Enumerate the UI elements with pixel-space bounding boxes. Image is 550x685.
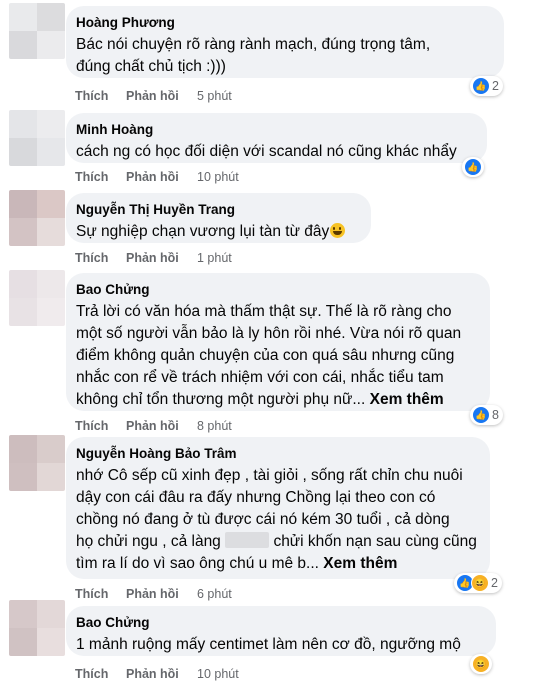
see-more-link[interactable]: Xem thêm: [370, 391, 444, 408]
like-reaction-icon: 👍: [472, 406, 490, 424]
comment-bubble: Nguyễn Thị Huyền Trang Sự nghiệp chạn vư…: [66, 193, 371, 243]
avatar[interactable]: [9, 435, 65, 491]
comment-line: đúng chất chủ tịch :))): [76, 58, 226, 75]
like-reaction-icon: 👍: [464, 158, 482, 176]
avatar[interactable]: [9, 600, 65, 656]
reply-button[interactable]: Phản hồi: [126, 88, 197, 104]
comment-actions: Thích Phản hồi 10 phút: [75, 169, 239, 185]
like-button[interactable]: Thích: [75, 666, 126, 682]
haha-reaction-icon: 😆: [472, 655, 490, 673]
comment-text: Trả lời có văn hóa mà thấm thật sự. Thế …: [76, 301, 478, 411]
reaction-summary[interactable]: 👍: [462, 157, 484, 177]
comment-bubble: Hoàng Phương Bác nói chuyện rõ ràng rành…: [66, 6, 504, 78]
comment-actions: Thích Phản hồi 10 phút: [75, 666, 239, 682]
comment-line: không chỉ tổn thương một người phụ nữ...: [76, 391, 366, 408]
comment-text: 1 mảnh ruộng mấy centimet làm nên cơ đồ,…: [76, 634, 484, 656]
reaction-count: 8: [492, 408, 499, 422]
reaction-summary[interactable]: 👍 8: [470, 405, 503, 425]
reaction-summary[interactable]: 😆: [470, 654, 492, 674]
comment-line: chửi khốn nạn sau cùng cũng: [273, 533, 477, 550]
like-button[interactable]: Thích: [75, 88, 126, 104]
comment-timestamp[interactable]: 6 phút: [197, 586, 232, 602]
comment-actions: Thích Phản hồi 5 phút: [75, 88, 232, 104]
comment-line: 1 mảnh ruộng mấy centimet làm nên cơ đồ,…: [76, 636, 461, 653]
comment-line: dậy con cái đâu ra đấy nhưng Chồng lại t…: [76, 489, 436, 506]
comment-text: nhớ Cô sếp cũ xinh đẹp , tài giỏi , sống…: [76, 465, 478, 575]
comment-line: Trả lời có văn hóa mà thấm thật sự. Thế …: [76, 303, 452, 320]
comment-line: họ chửi ngu , cả làng: [76, 533, 221, 550]
comment-timestamp[interactable]: 5 phút: [197, 88, 232, 104]
comment-line: Bác nói chuyện rõ ràng rành mạch, đúng t…: [76, 36, 431, 53]
comment-text: cách ng có học đối diện với scandal nó c…: [76, 141, 475, 163]
comment-line: cách ng có học đối diện với scandal nó c…: [76, 143, 457, 160]
comment-actions: Thích Phản hồi 8 phút: [75, 418, 232, 434]
comment-timestamp[interactable]: 8 phút: [197, 418, 232, 434]
comment-author[interactable]: Hoàng Phương: [76, 14, 492, 32]
comment-timestamp[interactable]: 10 phút: [197, 169, 239, 185]
reaction-summary[interactable]: 👍 😆 2: [454, 573, 502, 593]
avatar[interactable]: [9, 190, 65, 246]
comment-line: nhớ Cô sếp cũ xinh đẹp , tài giỏi , sống…: [76, 467, 463, 484]
comment-line: Sự nghiệp chạn vương lụi tàn từ đây: [76, 223, 330, 240]
comment-text: Bác nói chuyện rõ ràng rành mạch, đúng t…: [76, 34, 492, 78]
comment-bubble: Bao Chửng 1 mảnh ruộng mấy centimet làm …: [66, 606, 496, 656]
avatar[interactable]: [9, 270, 65, 326]
reply-button[interactable]: Phản hồi: [126, 169, 197, 185]
comment-author[interactable]: Bao Chửng: [76, 281, 478, 299]
like-reaction-icon: 👍: [472, 77, 490, 95]
comment-line: chồng nó đang ở tù được cái nó kém 30 tu…: [76, 511, 450, 528]
like-button[interactable]: Thích: [75, 169, 126, 185]
comment-bubble: Nguyễn Hoàng Bảo Trâm nhớ Cô sếp cũ xinh…: [66, 437, 490, 579]
blurred-word: [225, 532, 270, 548]
comment-timestamp[interactable]: 10 phút: [197, 666, 239, 682]
like-button[interactable]: Thích: [75, 586, 126, 602]
grinning-emoji-icon: [330, 223, 346, 238]
comment-line: nhắc con rể về trách nhiệm với con cái, …: [76, 369, 444, 386]
comment-author[interactable]: Nguyễn Hoàng Bảo Trâm: [76, 445, 478, 463]
comment-bubble: Bao Chửng Trả lời có văn hóa mà thấm thậ…: [66, 273, 490, 411]
like-button[interactable]: Thích: [75, 418, 126, 434]
comment-line: tìm ra lí do vì sao ông chú u mê b...: [76, 555, 319, 572]
see-more-link[interactable]: Xem thêm: [323, 555, 397, 572]
avatar[interactable]: [9, 110, 65, 166]
comment-author[interactable]: Bao Chửng: [76, 614, 484, 632]
reply-button[interactable]: Phản hồi: [126, 586, 197, 602]
comment-bubble: Minh Hoàng cách ng có học đối diện với s…: [66, 113, 487, 163]
reply-button[interactable]: Phản hồi: [126, 250, 197, 266]
reaction-summary[interactable]: 👍 2: [470, 76, 503, 96]
comment-actions: Thích Phản hồi 1 phút: [75, 250, 232, 266]
comment-author[interactable]: Minh Hoàng: [76, 121, 475, 139]
reaction-count: 2: [491, 576, 498, 590]
avatar[interactable]: [9, 3, 65, 59]
comment-text: Sự nghiệp chạn vương lụi tàn từ đây: [76, 221, 359, 243]
reply-button[interactable]: Phản hồi: [126, 418, 197, 434]
comment-author[interactable]: Nguyễn Thị Huyền Trang: [76, 201, 359, 219]
reply-button[interactable]: Phản hồi: [126, 666, 197, 682]
haha-reaction-icon: 😆: [471, 574, 489, 592]
comment-actions: Thích Phản hồi 6 phút: [75, 586, 232, 602]
comment-line: một số người vẫn bảo là ly hôn rồi nhé. …: [76, 325, 462, 342]
comment-line: điểm không quản chuyện của con quá sâu n…: [76, 347, 455, 364]
comment-timestamp[interactable]: 1 phút: [197, 250, 232, 266]
like-button[interactable]: Thích: [75, 250, 126, 266]
reaction-count: 2: [492, 79, 499, 93]
